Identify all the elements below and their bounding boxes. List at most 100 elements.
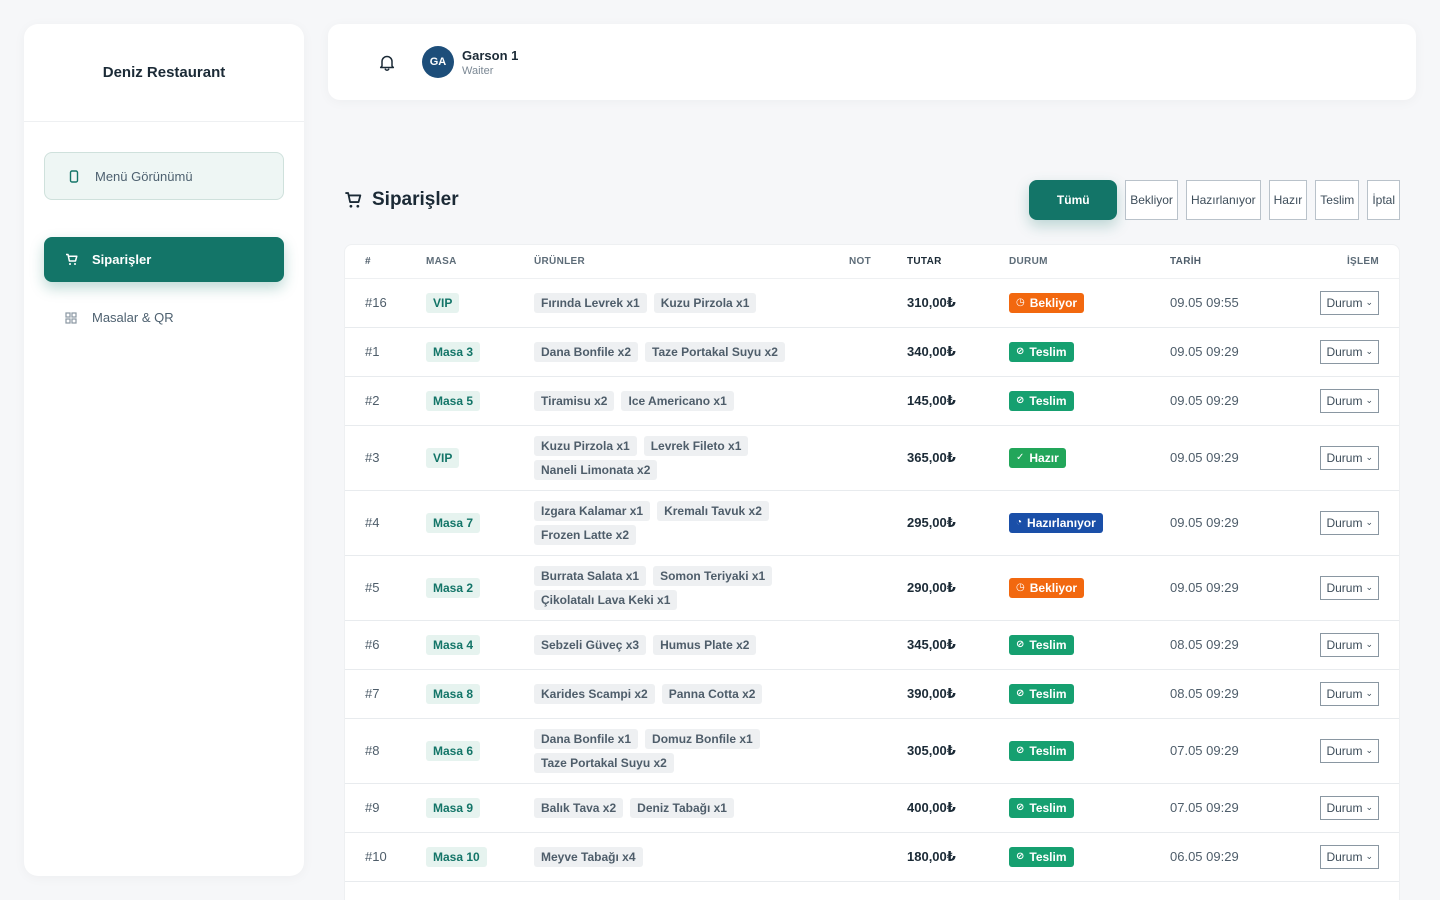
table-cell: Masa 10 xyxy=(426,832,534,882)
status-dropdown-label: Durum xyxy=(1326,515,1363,530)
table-row: #7 Masa 8 Karides Scampi x2 Panna Cotta x2 3… xyxy=(345,669,1399,719)
chevron-down-icon: ⌄ xyxy=(1365,452,1373,462)
table-row: #5 Masa 2 Burrata Salata x1 Somon Teriyaki … xyxy=(345,555,1399,621)
table-row: #2 Masa 5 Tiramisu x2 Ice Americano x1 145,0… xyxy=(345,376,1399,426)
table-badge: Masa 6 xyxy=(426,740,481,761)
product-chip: Izgara Kalamar x1 xyxy=(534,500,651,521)
action-cell: Durum ⌄ xyxy=(1310,376,1399,426)
table-header-row: # MASA ÜRÜNLER NOT TUTAR DURUM TARİH İŞL… xyxy=(345,245,1399,279)
table-cell: Masa 7 xyxy=(426,490,534,556)
filter-ready-button[interactable]: Hazır xyxy=(1268,180,1308,220)
status-badge: ✓ Hazır xyxy=(1009,447,1066,468)
user-name: Garson 1 xyxy=(462,47,519,63)
table-cell: Masa 8 xyxy=(426,669,534,719)
order-id: #8 xyxy=(345,718,426,784)
filter-cancelled-button[interactable]: İptal xyxy=(1367,180,1400,220)
products-cell: Karides Scampi x2 Panna Cotta x2 xyxy=(534,669,849,719)
order-note xyxy=(849,425,907,491)
clock-icon: ◷ xyxy=(1016,582,1025,593)
action-cell: Durum ⌄ xyxy=(1310,669,1399,719)
product-chip: Ice Americano x1 xyxy=(621,390,734,411)
status-dropdown[interactable]: Durum ⌄ xyxy=(1320,738,1379,763)
sidebar-item-orders[interactable]: Siparişler xyxy=(44,237,284,282)
status-dropdown[interactable]: Durum ⌄ xyxy=(1320,681,1379,706)
table-badge: Masa 2 xyxy=(426,577,481,598)
topbar: GA Garson 1 Waiter xyxy=(328,24,1416,100)
product-chip: Dana Bonfile x1 xyxy=(534,728,639,749)
status-badge: ⊘ Teslim xyxy=(1009,341,1074,362)
status-dropdown[interactable]: Durum ⌄ xyxy=(1320,795,1379,820)
status-cell: ⊘ Teslim xyxy=(1009,718,1170,784)
bell-icon[interactable] xyxy=(376,51,398,73)
status-dropdown-label: Durum xyxy=(1326,800,1363,815)
status-dropdown[interactable]: Durum ⌄ xyxy=(1320,844,1379,869)
order-id: #4 xyxy=(345,490,426,556)
products-cell: Dana Bonfile x2 Taze Portakal Suyu x2 xyxy=(534,327,849,377)
products-cell: Meyve Tabağı x4 xyxy=(534,832,849,882)
status-dropdown[interactable]: Durum ⌄ xyxy=(1320,632,1379,657)
avatar[interactable]: GA xyxy=(422,46,454,78)
product-chip: Karides Scampi x2 xyxy=(534,683,655,704)
product-chip: Levrek Fileto x1 xyxy=(643,435,749,456)
product-chip: Taze Portakal Suyu x2 xyxy=(534,752,674,773)
orders-table: # MASA ÜRÜNLER NOT TUTAR DURUM TARİH İŞL… xyxy=(344,244,1400,900)
product-list: Burrata Salata x1 Somon Teriyaki x1 Çikola… xyxy=(534,565,849,610)
status-dropdown[interactable]: Durum ⌄ xyxy=(1320,445,1379,470)
status-dropdown[interactable]: Durum ⌄ xyxy=(1320,290,1379,315)
menu-view-label: Menü Görünümü xyxy=(95,168,193,184)
status-dropdown[interactable]: Durum ⌄ xyxy=(1320,575,1379,600)
table-cell: Masa 4 xyxy=(426,620,534,670)
products-cell: Kuzu Pirzola x1 Levrek Fileto x1 Naneli Li… xyxy=(534,425,849,491)
status-dropdown[interactable]: Durum ⌄ xyxy=(1320,388,1379,413)
table-row: #16 VIP Fırında Levrek x1 Kuzu Pirzola x1 31… xyxy=(345,278,1399,328)
products-cell: Fırında Levrek x1 Kuzu Pirzola x1 xyxy=(534,278,849,328)
order-date: 08.05 09:29 xyxy=(1170,669,1310,719)
order-id: #5 xyxy=(345,555,426,621)
menu-view-button[interactable]: Menü Görünümü xyxy=(44,152,284,200)
status-badge: ◷ Bekliyor xyxy=(1009,292,1085,313)
table-row: #6 Masa 4 Sebzeli Güveç x3 Humus Plate x2 34… xyxy=(345,620,1399,670)
status-cell: ◷ Bekliyor xyxy=(1009,278,1170,328)
order-total: 340,00₺ xyxy=(907,327,1009,377)
product-chip: Domuz Bonfile x1 xyxy=(645,728,760,749)
sidebar-item-tables-qr[interactable]: Masalar & QR xyxy=(44,295,284,340)
product-chip: Kremalı Tavuk x2 xyxy=(657,500,769,521)
status-dropdown[interactable]: Durum ⌄ xyxy=(1320,339,1379,364)
action-cell: Durum ⌄ xyxy=(1310,620,1399,670)
chevron-down-icon: ⌄ xyxy=(1365,802,1373,812)
product-chip: Naneli Limonata x2 xyxy=(534,459,658,480)
table-cell: Masa 3 xyxy=(426,327,534,377)
orders-header: Siparişler Tümü Bekliyor Hazırlanıyor Ha… xyxy=(344,180,1400,220)
user-info: Garson 1 Waiter xyxy=(462,48,518,77)
status-label: Teslim xyxy=(1029,800,1067,815)
table-cell: Masa 6 xyxy=(426,718,534,784)
order-note xyxy=(849,783,907,833)
status-dropdown[interactable]: Durum ⌄ xyxy=(1320,510,1379,535)
action-cell: Durum ⌄ xyxy=(1310,425,1399,491)
status-dropdown-label: Durum xyxy=(1326,686,1363,701)
table-badge: Masa 5 xyxy=(426,390,481,411)
order-date: 09.05 09:29 xyxy=(1170,490,1310,556)
check-circle-icon: ⊘ xyxy=(1016,802,1025,813)
order-date: 07.05 09:29 xyxy=(1170,718,1310,784)
filter-delivered-button[interactable]: Teslim xyxy=(1315,180,1360,220)
status-dropdown-label: Durum xyxy=(1326,637,1363,652)
page-title: Siparişler xyxy=(344,189,459,211)
product-chip: Somon Teriyaki x1 xyxy=(653,565,773,586)
order-id: #6 xyxy=(345,620,426,670)
status-badge: ◔ Hazırlanıyor xyxy=(1009,512,1103,533)
sidebar-item-label: Masalar & QR xyxy=(92,310,174,325)
table-cell: VIP xyxy=(426,278,534,328)
product-chip: Dana Bonfile x2 xyxy=(534,341,639,362)
order-total: 305,00₺ xyxy=(907,718,1009,784)
order-total: 180,00₺ xyxy=(907,832,1009,882)
filter-pending-button[interactable]: Bekliyor xyxy=(1125,180,1178,220)
status-cell: ⊘ Teslim xyxy=(1009,669,1170,719)
order-date: 09.05 09:29 xyxy=(1170,376,1310,426)
filter-all-button[interactable]: Tümü xyxy=(1029,180,1118,220)
check-icon: ✓ xyxy=(1016,452,1025,463)
filter-preparing-button[interactable]: Hazırlanıyor xyxy=(1185,180,1261,220)
product-chip: Çikolatalı Lava Keki x1 xyxy=(534,589,678,610)
product-list: Izgara Kalamar x1 Kremalı Tavuk x2 Frozen … xyxy=(534,500,849,545)
status-cell: ⊘ Teslim xyxy=(1009,376,1170,426)
